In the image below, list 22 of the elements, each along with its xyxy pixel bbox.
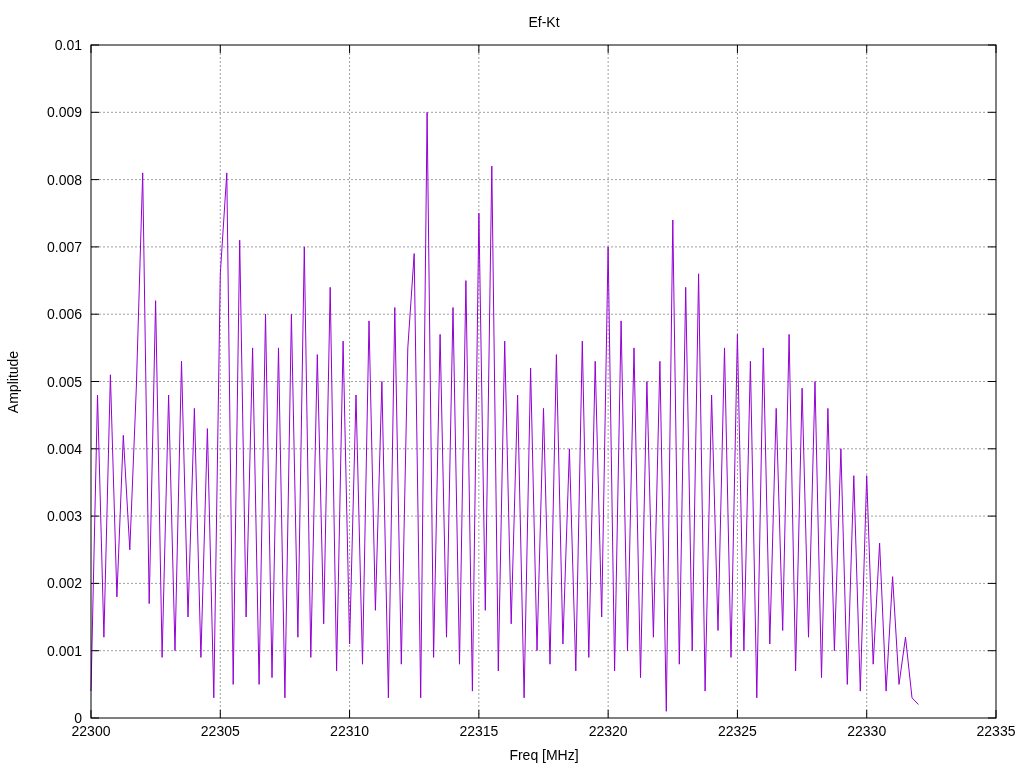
- y-tick-label: 0.01: [54, 37, 82, 53]
- y-tick-label: 0.004: [46, 440, 82, 457]
- chart-title: Ef-Kt: [528, 14, 560, 30]
- x-tick-label: 22315: [459, 723, 499, 739]
- y-tick-label: 0.006: [46, 306, 82, 323]
- y-tick-label: 0.007: [46, 238, 82, 255]
- x-tick-label: 22305: [200, 723, 240, 739]
- x-tick-label: 22310: [330, 723, 370, 739]
- y-tick-label: 0.003: [46, 508, 82, 525]
- y-tick-label: 0.001: [46, 642, 82, 659]
- x-tick-label: 22320: [588, 723, 628, 739]
- y-tick-label: 0.009: [46, 104, 82, 121]
- x-tick-label: 22335: [976, 723, 1016, 739]
- y-tick-label: 0.008: [46, 171, 82, 188]
- x-tick-label: 22300: [71, 723, 111, 739]
- y-axis-label: Amplitude: [5, 350, 21, 414]
- y-tick-label: 0: [74, 710, 82, 726]
- y-tick-label: 0.005: [46, 373, 82, 390]
- y-tick-label: 0.002: [46, 575, 82, 592]
- x-axis-label: Freq [MHz]: [509, 747, 579, 763]
- x-tick-label: 22330: [847, 723, 887, 739]
- x-tick-label: 22325: [717, 723, 757, 739]
